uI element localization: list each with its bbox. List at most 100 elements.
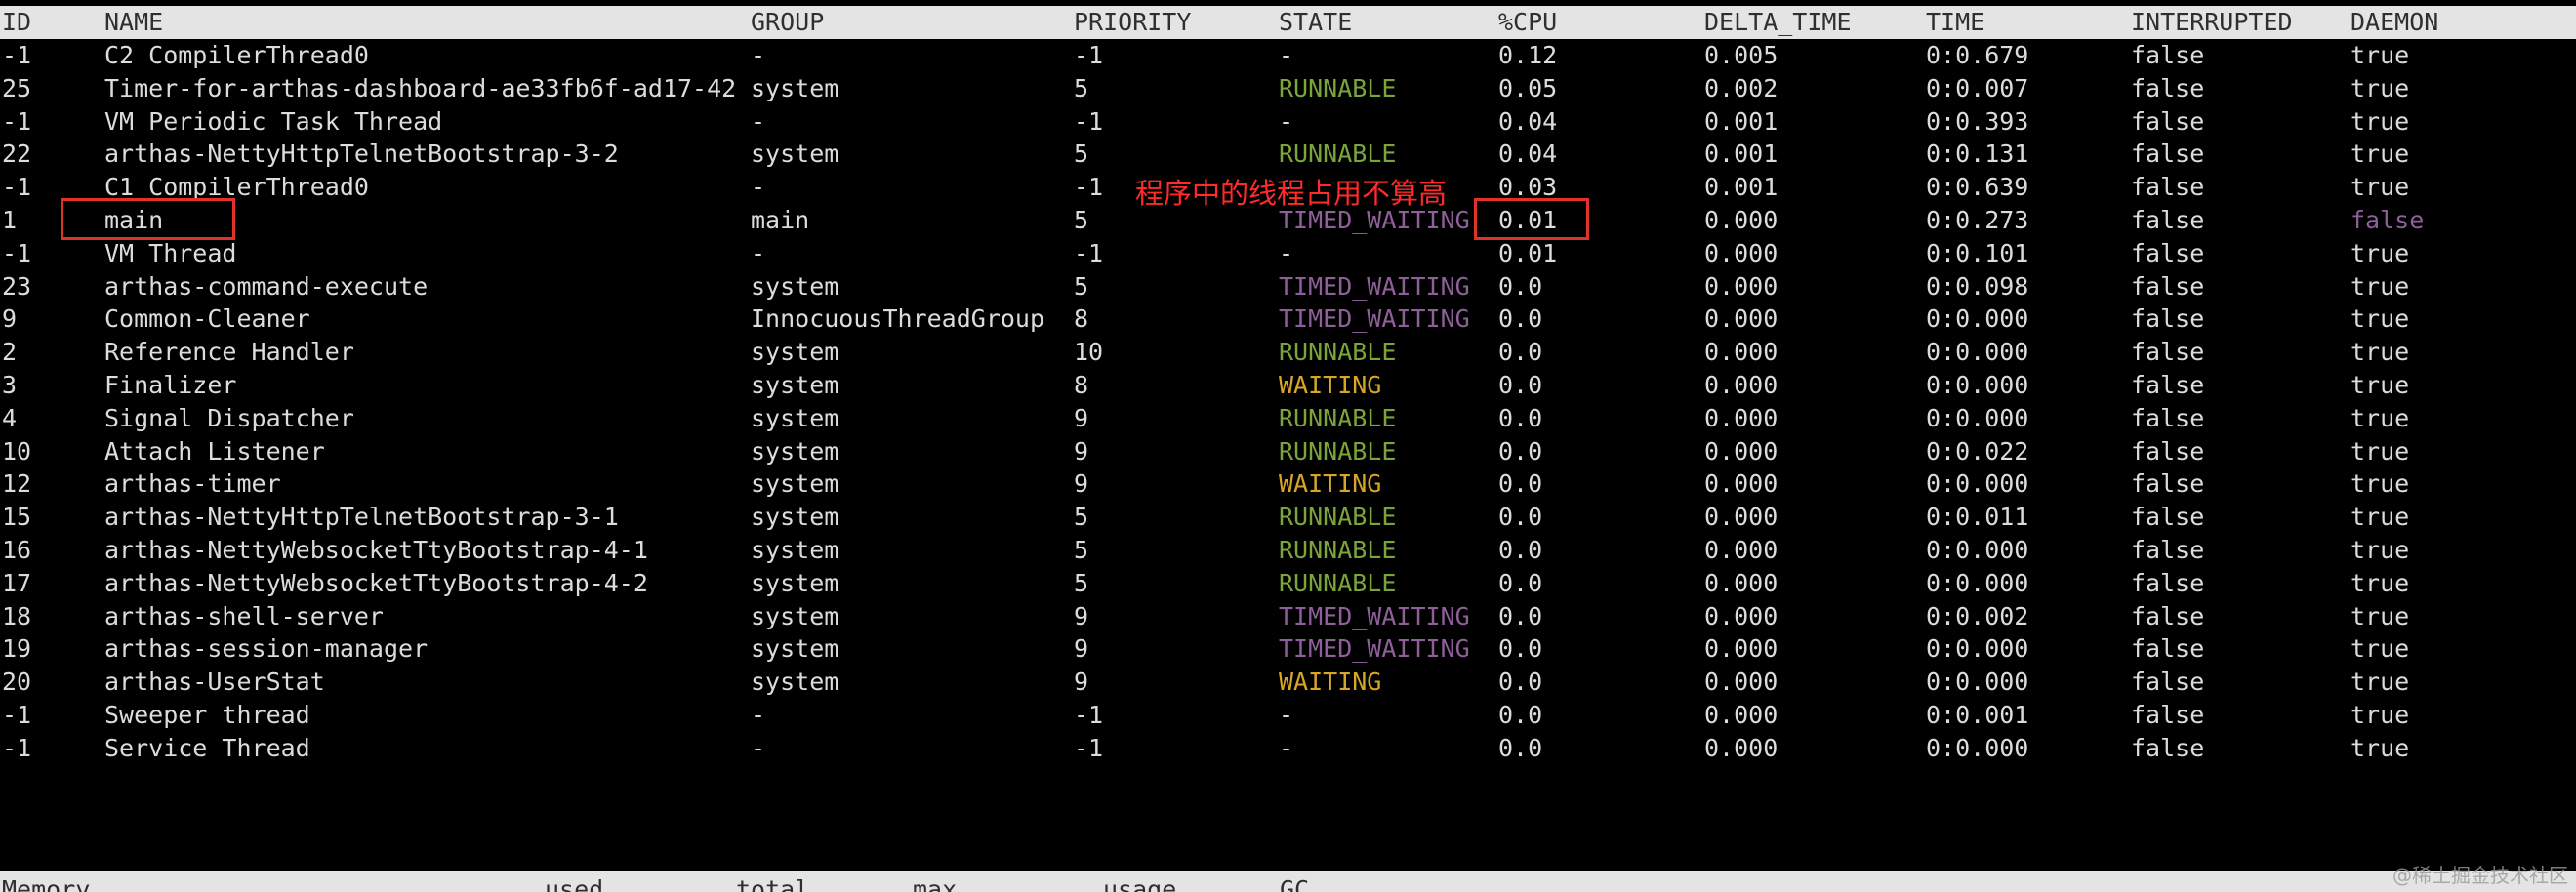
cell-cpu: 0.12 [1498, 41, 1558, 69]
cell-id: 2 [2, 338, 18, 367]
cell-daemon: true [2351, 304, 2410, 334]
cell-time: 0:0.000 [1926, 304, 2029, 334]
cell-id: 22 [2, 140, 32, 169]
cell-id: -1 [2, 41, 32, 69]
cell-cpu: 0.0 [1498, 634, 1543, 664]
cell-delta-time: 0.000 [1704, 634, 1779, 664]
table-row: -1 Service Thread - -1 - 0.0 0.000 0:0.000 false… [0, 732, 2576, 765]
cell-state: - [1279, 238, 1294, 267]
cell-name: Common-Cleaner [104, 304, 310, 334]
cell-daemon: true [2351, 701, 2410, 729]
table-row: 23 arthas-command-execute system 5 TIMED_WAI… [0, 270, 2576, 304]
table-row: 17 arthas-NettyWebsocketTtyBootstrap-4-2 s… [0, 567, 2576, 600]
cell-priority: 5 [1074, 206, 1089, 234]
cell-delta-time: 0.001 [1704, 106, 1779, 136]
cell-name: Attach Listener [104, 436, 325, 466]
cell-priority: 8 [1074, 304, 1089, 334]
cell-id: -1 [2, 733, 32, 762]
cell-priority: 5 [1074, 140, 1089, 169]
cell-cpu: 0.0 [1498, 568, 1543, 597]
memory-header-memory: Memory [2, 875, 91, 892]
table-row: 15 arthas-NettyHttpTelnetBootstrap-3-1 sys… [0, 501, 2576, 534]
cell-delta-time: 0.005 [1704, 41, 1779, 69]
cell-daemon: true [2351, 568, 2410, 597]
cell-cpu: 0.0 [1498, 733, 1543, 762]
column-header-group: GROUP [751, 8, 825, 36]
column-header-daemon: DAEMON [2351, 8, 2439, 36]
table-row: 4 Signal Dispatcher system 9 RUNNABLE 0.0 0.00… [0, 402, 2576, 435]
cell-interrupted: false [2131, 634, 2205, 664]
cell-name: arthas-session-manager [104, 634, 429, 664]
cell-group: system [751, 73, 839, 102]
cell-daemon: true [2351, 106, 2410, 136]
cell-priority: 8 [1074, 371, 1089, 399]
cell-group: - [751, 173, 766, 202]
cell-time: 0:0.000 [1926, 733, 2029, 762]
cell-delta-time: 0.000 [1704, 371, 1779, 399]
cell-delta-time: 0.001 [1704, 173, 1779, 202]
cell-priority: -1 [1074, 106, 1104, 136]
cell-time: 0:0.098 [1926, 271, 2029, 301]
cell-daemon: true [2351, 371, 2410, 399]
cell-cpu: 0.0 [1498, 601, 1543, 630]
table-row: 20 arthas-UserStat system 9 WAITING 0.0 0.000 0… [0, 666, 2576, 699]
cell-name: arthas-NettyHttpTelnetBootstrap-3-2 [104, 140, 619, 169]
column-header-state: STATE [1279, 8, 1353, 36]
cell-interrupted: false [2131, 503, 2205, 532]
cell-delta-time: 0.000 [1704, 403, 1779, 432]
cell-cpu: 0.0 [1498, 701, 1543, 729]
cell-cpu: 0.04 [1498, 140, 1558, 169]
cell-cpu: 0.0 [1498, 304, 1543, 334]
cell-group: InnocuousThreadGroup [751, 304, 1045, 334]
cell-cpu: 0.04 [1498, 106, 1558, 136]
cell-group: - [751, 701, 766, 729]
cell-interrupted: false [2131, 733, 2205, 762]
cell-group: system [751, 338, 839, 367]
cell-priority: 9 [1074, 436, 1089, 466]
cell-state: - [1279, 41, 1294, 69]
cell-interrupted: false [2131, 173, 2205, 202]
cell-delta-time: 0.000 [1704, 568, 1779, 597]
cell-delta-time: 0.000 [1704, 271, 1779, 301]
cell-time: 0:0.000 [1926, 469, 2029, 499]
cell-delta-time: 0.001 [1704, 140, 1779, 169]
memory-header-used: used [545, 875, 604, 892]
cell-priority: 9 [1074, 601, 1089, 630]
cell-delta-time: 0.000 [1704, 304, 1779, 334]
cell-id: 1 [2, 206, 18, 234]
cell-name: Service Thread [104, 733, 310, 762]
cell-interrupted: false [2131, 403, 2205, 432]
cell-daemon: true [2351, 338, 2410, 367]
cell-time: 0:0.000 [1926, 371, 2029, 399]
cell-name: Sweeper thread [104, 701, 310, 729]
cell-id: 9 [2, 304, 18, 334]
cell-time: 0:0.007 [1926, 73, 2029, 102]
cell-interrupted: false [2131, 238, 2205, 267]
cell-time: 0:0.002 [1926, 601, 2029, 630]
cell-id: -1 [2, 173, 32, 202]
table-row: 10 Attach Listener system 9 RUNNABLE 0.0 0.000… [0, 435, 2576, 468]
cell-daemon: true [2351, 41, 2410, 69]
cell-state: TIMED_WAITING [1279, 271, 1470, 301]
table-row: 9 Common-Cleaner InnocuousThreadGroup 8 TIME… [0, 303, 2576, 336]
cell-daemon: true [2351, 536, 2410, 564]
highlight-box-main-cpu [1474, 198, 1589, 240]
cell-cpu: 0.0 [1498, 403, 1543, 432]
cell-id: 17 [2, 568, 32, 597]
cell-id: 25 [2, 73, 32, 102]
cell-cpu: 0.0 [1498, 338, 1543, 367]
cell-name: Reference Handler [104, 338, 354, 367]
memory-header-gc: GC [1280, 875, 1310, 892]
cell-state: WAITING [1279, 668, 1382, 697]
terminal-window: ID NAME GROUP PRIORITY STATE %CPU DELTA_… [0, 0, 2576, 892]
cell-group: system [751, 568, 839, 597]
cell-group: system [751, 601, 839, 630]
cell-cpu: 0.0 [1498, 668, 1543, 697]
table-row: -1 C2 CompilerThread0 - -1 - 0.12 0.005 0:0.679… [0, 39, 2576, 72]
cell-delta-time: 0.000 [1704, 206, 1779, 234]
highlight-box-main-thread [61, 198, 235, 240]
column-header-id: ID [2, 8, 32, 36]
cell-interrupted: false [2131, 304, 2205, 334]
cell-time: 0:0.001 [1926, 701, 2029, 729]
cell-group: system [751, 371, 839, 399]
